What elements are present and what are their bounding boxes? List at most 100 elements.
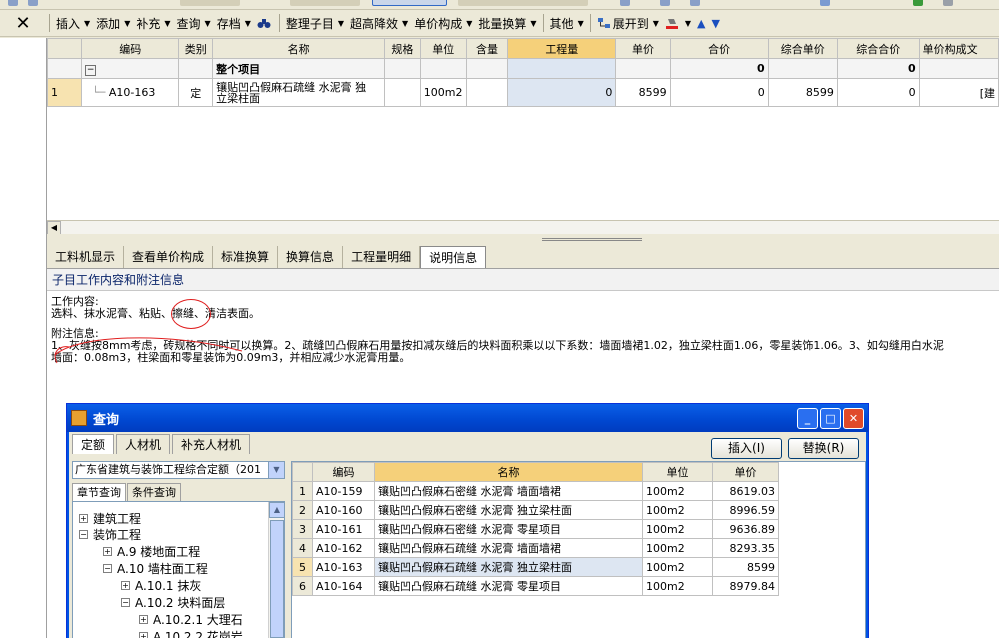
chevron-down-icon[interactable]: ▼ [268,462,284,478]
expand-icon[interactable]: + [79,514,88,523]
collapse-icon[interactable]: − [79,530,88,539]
expand-icon[interactable]: + [139,632,148,638]
query-menu[interactable]: 查询 ▼ [174,12,214,34]
nav-icon[interactable] [620,0,630,6]
quota-library-select[interactable]: 广东省建筑与装饰工程综合定额（201 ▼ [72,461,285,479]
result-price[interactable]: 8599 [712,557,779,577]
splitter-grip[interactable] [542,238,642,241]
archive-menu[interactable]: 存档 ▼ [214,12,254,34]
unit-cell[interactable]: 100m2 [419,78,467,107]
column-header[interactable]: 单价 [615,38,671,59]
batch-convert-menu[interactable]: 批量换算 ▼ [475,12,539,34]
close-icon[interactable]: ✕ [0,10,46,37]
column-header[interactable]: 单价 [712,462,779,482]
tree-node[interactable]: + 建筑工程 [79,510,141,527]
move-down-button[interactable]: ▼ [709,12,723,34]
result-unit[interactable]: 100m2 [642,576,713,596]
add-menu[interactable]: 添加 ▼ [93,12,133,34]
result-code[interactable]: A10-164 [312,576,375,596]
toolbar-icon[interactable] [820,0,830,6]
result-unit[interactable]: 100m2 [642,557,713,577]
column-header[interactable]: 编码 [312,462,375,482]
expand-icon[interactable]: + [121,581,130,590]
result-unit[interactable]: 100m2 [642,538,713,558]
grand-total-cell[interactable]: 0 [836,78,920,107]
binoculars-button[interactable] [254,12,276,34]
result-unit[interactable]: 100m2 [642,500,713,520]
tab-description-info[interactable]: 说明信息 [420,246,487,268]
tab-chapter-search[interactable]: 章节查询 [72,483,126,501]
type-cell[interactable]: 定 [178,78,214,107]
result-code[interactable]: A10-162 [312,538,375,558]
result-code[interactable]: A10-163 [312,557,375,577]
result-name[interactable]: 镶贴凹凸假麻石密缝 水泥膏 独立梁柱面 [374,500,643,520]
result-price[interactable]: 8979.84 [712,576,779,596]
column-header[interactable]: 单价构成文 [918,38,999,59]
column-header[interactable]: 含量 [465,38,509,59]
result-unit[interactable]: 100m2 [642,519,713,539]
result-code[interactable]: A10-161 [312,519,375,539]
tree-node[interactable]: − 装饰工程 [79,526,141,543]
result-row-selected[interactable]: 5 A10-163 镶贴凹凸假麻石疏缝 水泥膏 独立梁柱面 100m2 8599 [292,557,779,577]
horizontal-scrollbar[interactable]: ◀ [47,220,999,235]
result-name[interactable]: 镶贴凹凸假麻石密缝 水泥膏 墙面墙裙 [374,481,643,501]
column-header[interactable]: 单位 [642,462,713,482]
result-name[interactable]: 镶贴凹凸假麻石疏缝 水泥膏 零星项目 [374,576,643,596]
tab-conversion-info[interactable]: 换算信息 [278,246,344,268]
tab-quota[interactable]: 定额 [72,434,115,454]
panel-splitter[interactable] [47,234,999,244]
unit-total-cell[interactable]: 8599 [767,78,838,107]
tab-supplement-material[interactable]: 补充人材机 [172,434,251,454]
tree-node[interactable]: + A.10.2.2 花岗岩 [139,628,243,638]
expand-icon[interactable]: + [103,547,112,556]
nav-icon[interactable] [690,0,700,6]
column-header-name[interactable]: 名称 [374,462,643,482]
tree-node[interactable]: + A.10.1 抹灰 [121,577,201,594]
scroll-up-icon[interactable]: ▲ [269,502,284,518]
name-cell[interactable]: 镶贴凹凸假麻石疏缝 水泥膏 独立梁柱面 [212,78,386,107]
nav-icon[interactable] [660,0,670,6]
maximize-icon[interactable]: □ [820,408,841,429]
result-price[interactable]: 8293.35 [712,538,779,558]
toolbar-icon[interactable] [28,0,38,6]
tab-standard-conversion[interactable]: 标准换算 [213,246,279,268]
height-efficiency-menu[interactable]: 超高降效 ▼ [347,12,411,34]
result-code[interactable]: A10-160 [312,500,375,520]
summary-row[interactable]: − 整个项目 0 0 [47,58,999,79]
column-header[interactable] [47,38,83,59]
tree-node[interactable]: + A.9 楼地面工程 [103,543,200,560]
table-row[interactable]: 1 └─ A10-163 定 镶贴凹凸假麻石疏缝 水泥膏 独立梁柱面 100m2… [47,78,999,107]
toolbar-button[interactable] [290,0,360,6]
toolbar-button-active[interactable] [372,0,447,6]
result-name[interactable]: 镶贴凹凸假麻石疏缝 水泥膏 墙面墙裙 [374,538,643,558]
content-cell[interactable] [465,78,509,107]
column-header[interactable] [292,462,313,482]
supplement-menu[interactable]: 补充 ▼ [133,12,173,34]
column-header[interactable]: 综合合价 [836,38,920,59]
minimize-icon[interactable]: _ [797,408,818,429]
composition-cell[interactable]: [建 [918,78,999,107]
toolbar-button[interactable] [458,0,588,6]
column-header[interactable]: 编码 [81,38,180,59]
toolbar-icon[interactable] [913,0,923,6]
price-cell[interactable]: 8599 [615,78,671,107]
tab-labor-material[interactable]: 人材机 [116,434,171,454]
result-name[interactable]: 镶贴凹凸假麻石密缝 水泥膏 零星项目 [374,519,643,539]
tree-node[interactable]: − A.10 墙柱面工程 [103,560,208,577]
toolbar-icon[interactable] [943,0,953,6]
tab-unit-price-composition[interactable]: 查看单价构成 [124,246,214,268]
collapse-icon[interactable]: − [121,598,130,607]
column-header[interactable]: 单位 [419,38,467,59]
organize-items-menu[interactable]: 整理子目 ▼ [283,12,347,34]
expand-icon[interactable]: + [139,615,148,624]
tab-condition-search[interactable]: 条件查询 [127,483,181,501]
column-header[interactable]: 类别 [178,38,214,59]
column-header[interactable]: 合价 [669,38,769,59]
toolbar-button[interactable] [180,0,240,6]
unit-price-composition-menu[interactable]: 单价构成 ▼ [411,12,475,34]
code-cell[interactable]: └─ A10-163 [81,78,180,107]
quantity-cell[interactable]: 0 [507,78,617,107]
insert-button[interactable]: 插入(I) [711,438,782,459]
tree-node[interactable]: + A.10.2.1 大理石 [139,611,243,628]
result-price[interactable]: 9636.89 [712,519,779,539]
